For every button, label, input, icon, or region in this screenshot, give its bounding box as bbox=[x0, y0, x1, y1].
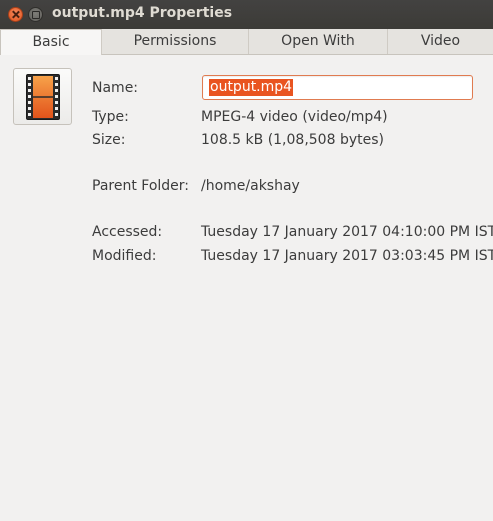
parent-folder-label: Parent Folder: bbox=[92, 178, 190, 194]
close-icon[interactable] bbox=[8, 7, 23, 22]
size-label: Size: bbox=[92, 132, 126, 148]
tab-open-with[interactable]: Open With bbox=[249, 29, 388, 54]
accessed-label: Accessed: bbox=[92, 224, 163, 240]
tab-basic[interactable]: Basic bbox=[0, 29, 102, 55]
name-input[interactable]: output.mp4 bbox=[202, 75, 473, 100]
title-bar[interactable]: output.mp4 Properties bbox=[0, 0, 493, 29]
file-icon-button[interactable] bbox=[13, 68, 72, 125]
type-label: Type: bbox=[92, 109, 129, 125]
tab-bar: Basic Permissions Open With Video bbox=[0, 29, 493, 55]
name-label: Name: bbox=[92, 80, 139, 96]
window-title: output.mp4 Properties bbox=[52, 5, 233, 21]
parent-folder-value: /home/akshay bbox=[201, 178, 300, 194]
type-value: MPEG-4 video (video/mp4) bbox=[201, 109, 388, 125]
size-value: 108.5 kB (1,08,508 bytes) bbox=[201, 132, 384, 148]
video-file-icon bbox=[26, 74, 60, 120]
minimize-icon[interactable] bbox=[28, 7, 43, 22]
modified-label: Modified: bbox=[92, 248, 157, 264]
tab-video[interactable]: Video bbox=[388, 29, 493, 54]
tab-permissions[interactable]: Permissions bbox=[102, 29, 249, 54]
properties-window: output.mp4 Properties Basic Permissions … bbox=[0, 0, 493, 521]
name-input-selected-text: output.mp4 bbox=[209, 79, 294, 96]
accessed-value: Tuesday 17 January 2017 04:10:00 PM IST bbox=[201, 224, 493, 240]
modified-value: Tuesday 17 January 2017 03:03:45 PM IST bbox=[201, 248, 493, 264]
